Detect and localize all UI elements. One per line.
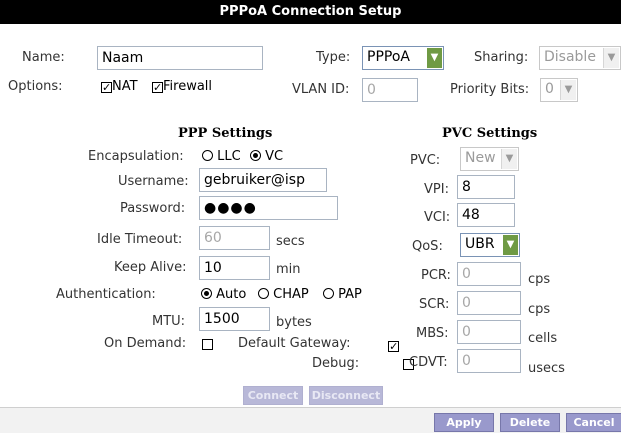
mbs-label: MBS: xyxy=(416,326,449,341)
mtu-input[interactable]: 1500 xyxy=(199,307,270,331)
encap-llc-option[interactable]: LLC xyxy=(202,149,241,164)
pppoa-setup-window: PPPoA Connection Setup Name: Naam Type: … xyxy=(0,0,621,433)
vlan-label: VLAN ID: xyxy=(292,82,350,97)
nat-option[interactable]: ✓NAT xyxy=(101,79,138,94)
apply-button[interactable]: Apply xyxy=(434,413,494,432)
chevron-down-icon: ▼ xyxy=(427,48,442,68)
delete-button[interactable]: Delete xyxy=(500,413,560,432)
vci-input[interactable]: 48 xyxy=(457,203,515,227)
keep-alive-label: Keep Alive: xyxy=(114,260,187,275)
pvc-select: New ▼ xyxy=(460,147,519,171)
nat-label: NAT xyxy=(112,79,138,94)
encap-llc-label: LLC xyxy=(217,149,241,164)
pvc-label: PVC: xyxy=(410,153,441,168)
name-label: Name: xyxy=(22,50,65,65)
username-input[interactable]: gebruiker@isp xyxy=(199,168,327,192)
auth-chap-radio[interactable] xyxy=(258,288,269,299)
auth-chap-label: CHAP xyxy=(273,287,309,302)
mbs-input[interactable]: 0 xyxy=(457,320,521,344)
sharing-label: Sharing: xyxy=(474,50,529,65)
options-label: Options: xyxy=(8,79,63,94)
name-input[interactable]: Naam xyxy=(97,46,263,70)
auth-chap-option[interactable]: CHAP xyxy=(258,287,309,302)
idle-timeout-input[interactable]: 60 xyxy=(199,226,270,250)
on-demand-checkbox[interactable] xyxy=(202,339,213,350)
authentication-label: Authentication: xyxy=(56,287,156,302)
connect-button[interactable]: Connect xyxy=(243,386,303,405)
auth-auto-radio[interactable] xyxy=(201,288,212,299)
qos-select[interactable]: UBR ▼ xyxy=(460,233,520,257)
encap-llc-radio[interactable] xyxy=(202,150,213,161)
qos-select-value: UBR xyxy=(465,236,495,252)
auth-auto-option[interactable]: Auto xyxy=(201,287,246,302)
password-label: Password: xyxy=(120,201,186,216)
chevron-down-icon: ▼ xyxy=(560,80,576,100)
cancel-button[interactable]: Cancel xyxy=(566,413,621,432)
disconnect-button[interactable]: Disconnect xyxy=(309,386,383,405)
firewall-option[interactable]: ✓Firewall xyxy=(152,79,212,94)
priority-bits-label: Priority Bits: xyxy=(450,82,530,97)
vci-label: VCI: xyxy=(424,210,451,225)
encap-vc-label: VC xyxy=(265,149,284,164)
encapsulation-label: Encapsulation: xyxy=(88,149,184,164)
keep-alive-unit: min xyxy=(276,262,301,277)
encap-vc-radio[interactable] xyxy=(250,150,261,161)
default-gateway-checkbox[interactable]: ✓ xyxy=(388,341,400,352)
mtu-label: MTU: xyxy=(152,314,186,329)
auth-pap-option[interactable]: PAP xyxy=(323,287,362,302)
firewall-label: Firewall xyxy=(163,79,213,94)
type-label: Type: xyxy=(316,50,351,65)
keep-alive-input[interactable]: 10 xyxy=(199,256,270,280)
cdvt-unit: usecs xyxy=(528,361,565,376)
scr-label: SCR: xyxy=(419,297,450,312)
qos-label: QoS: xyxy=(412,239,443,254)
scr-unit: cps xyxy=(528,302,551,317)
chevron-down-icon: ▼ xyxy=(501,149,517,169)
password-input[interactable]: ●●●● xyxy=(199,196,338,220)
nat-checkbox[interactable]: ✓ xyxy=(101,82,112,93)
sharing-select-value: Disable xyxy=(544,49,596,65)
username-label: Username: xyxy=(118,174,189,189)
default-gateway-label: Default Gateway: xyxy=(238,336,351,351)
type-select-value: PPPoA xyxy=(367,49,410,65)
auth-pap-label: PAP xyxy=(338,287,362,302)
window-title: PPPoA Connection Setup xyxy=(0,0,621,24)
sharing-select: Disable ▼ xyxy=(539,46,621,70)
idle-timeout-label: Idle Timeout: xyxy=(97,232,183,247)
cdvt-input[interactable]: 0 xyxy=(457,349,521,373)
firewall-checkbox[interactable]: ✓ xyxy=(152,82,163,93)
pcr-label: PCR: xyxy=(421,268,451,283)
vpi-input[interactable]: 8 xyxy=(457,175,515,199)
encap-vc-option[interactable]: VC xyxy=(250,149,283,164)
ppp-settings-heading: PPP Settings xyxy=(178,126,273,141)
chevron-down-icon: ▼ xyxy=(603,48,619,68)
type-select[interactable]: PPPoA ▼ xyxy=(362,46,444,70)
vpi-label: VPI: xyxy=(424,182,449,197)
priority-bits-select: 0 ▼ xyxy=(540,78,578,102)
idle-timeout-unit: secs xyxy=(276,234,305,249)
scr-input[interactable]: 0 xyxy=(457,291,521,315)
mbs-unit: cells xyxy=(528,331,558,346)
vlan-input[interactable]: 0 xyxy=(362,78,418,102)
debug-label: Debug: xyxy=(312,356,360,371)
pcr-unit: cps xyxy=(528,272,551,287)
chevron-down-icon: ▼ xyxy=(503,235,518,255)
priority-bits-value: 0 xyxy=(545,81,554,97)
auth-pap-radio[interactable] xyxy=(323,288,334,299)
pvc-settings-heading: PVC Settings xyxy=(442,126,538,141)
mtu-unit: bytes xyxy=(276,315,312,330)
cdvt-label: CDVT: xyxy=(409,355,448,370)
pcr-input[interactable]: 0 xyxy=(457,262,521,286)
auth-auto-label: Auto xyxy=(216,287,247,302)
on-demand-label: On Demand: xyxy=(104,336,187,351)
pvc-select-value: New xyxy=(465,150,496,166)
